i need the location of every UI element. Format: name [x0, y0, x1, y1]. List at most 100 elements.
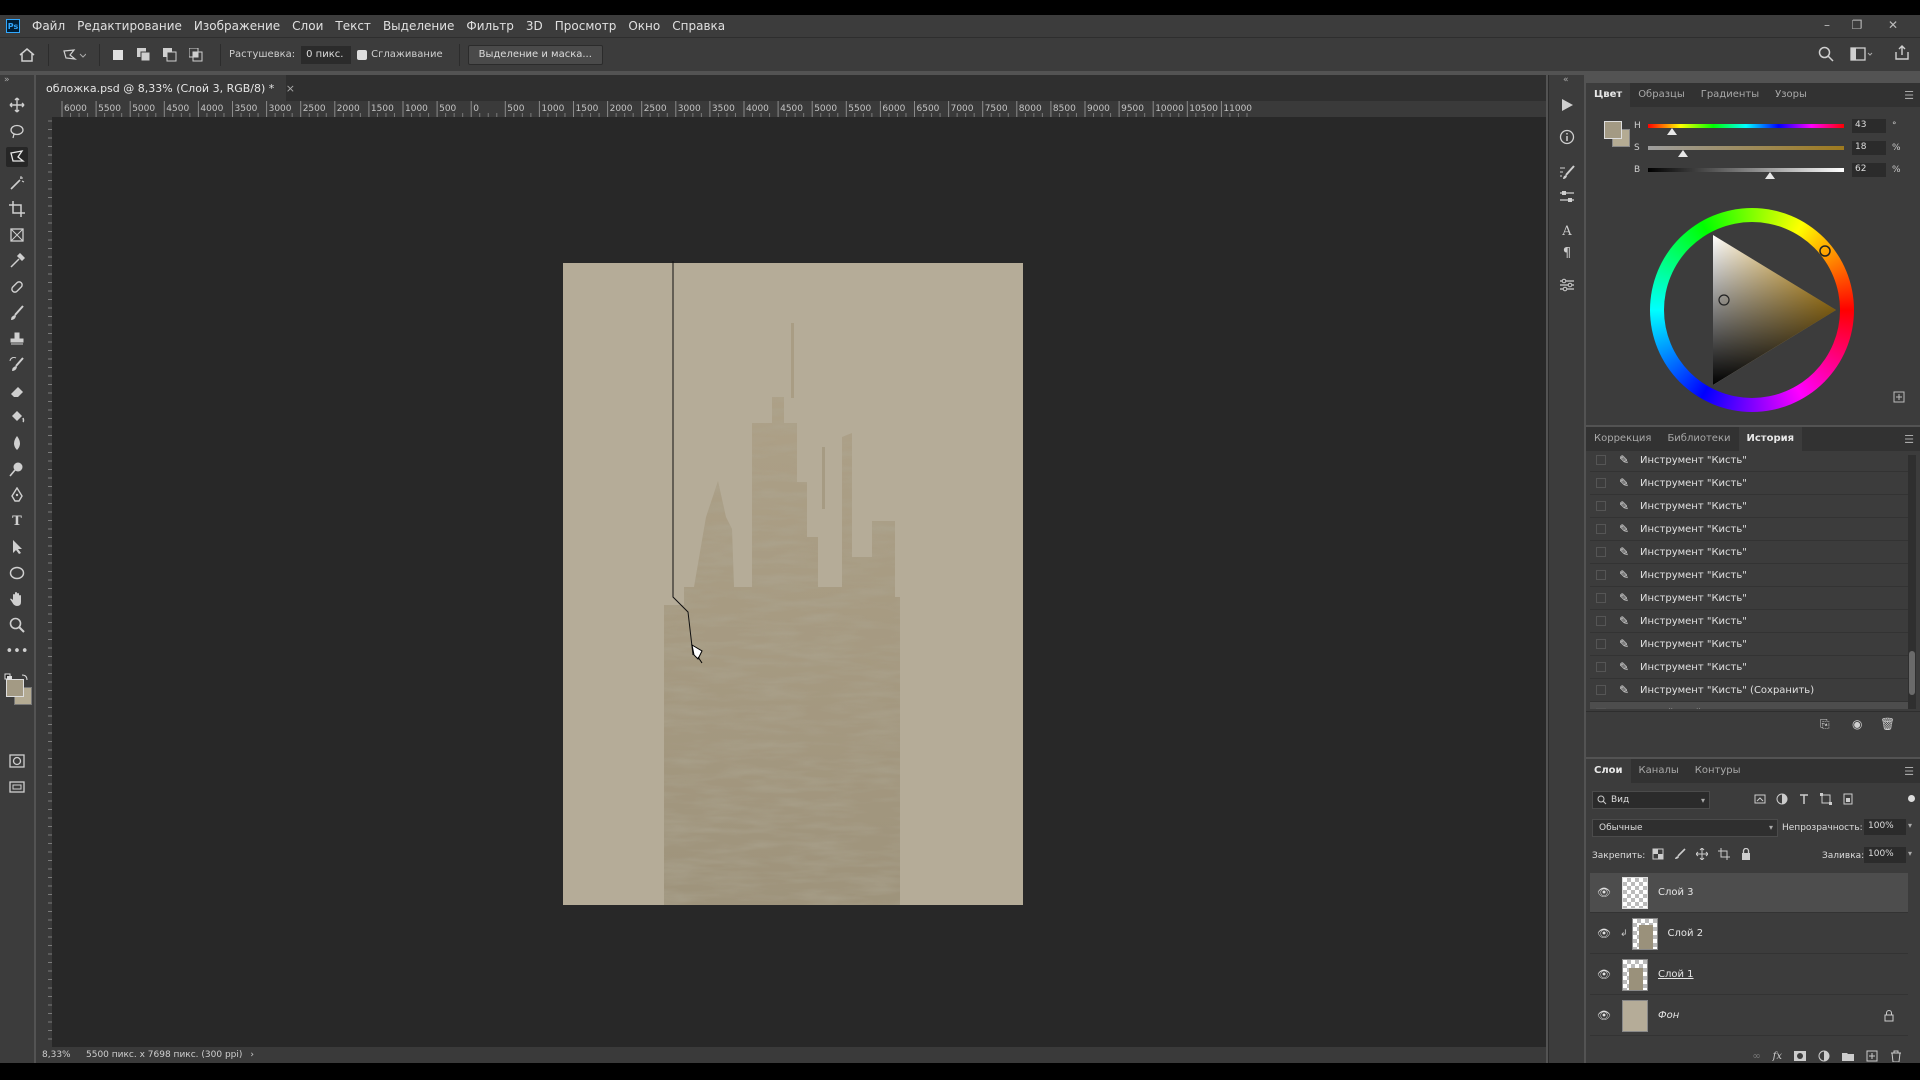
history-item[interactable]: ▤ Новый слой [1590, 702, 1908, 709]
crop-tool[interactable] [6, 199, 28, 219]
fill-dropdown-icon[interactable]: ▾ [1908, 849, 1912, 858]
document-tab[interactable]: обложка.psd @ 8,33% (Слой 3, RGB/8) * × [36, 75, 295, 101]
history-source-checkbox[interactable] [1596, 616, 1606, 626]
blur-tool[interactable] [6, 433, 28, 453]
history-item[interactable]: ✎ Инструмент "Кисть" (Сохранить) [1590, 679, 1908, 702]
close-document-icon[interactable]: × [286, 82, 295, 95]
lock-image-pixels-icon[interactable] [1674, 848, 1686, 860]
tool-preset-picker[interactable] [57, 44, 91, 66]
history-source-checkbox[interactable] [1596, 455, 1606, 465]
feather-input[interactable] [301, 45, 352, 64]
layer-name[interactable]: Слой 2 [1668, 928, 1704, 939]
brightness-value[interactable]: 62 [1852, 163, 1886, 177]
history-item[interactable]: ✎ Инструмент "Кисть" [1590, 455, 1908, 472]
history-item[interactable]: ✎ Инструмент "Кисть" [1590, 472, 1908, 495]
layer-filter-select[interactable]: Вид ▾ [1592, 791, 1710, 809]
saturation-value[interactable]: 18 [1852, 141, 1886, 155]
lock-position-icon[interactable] [1696, 848, 1708, 860]
paragraph-panel-button[interactable]: ¶ [1556, 243, 1578, 263]
history-source-checkbox[interactable] [1596, 662, 1606, 672]
lock-artboard-icon[interactable] [1718, 848, 1730, 860]
ruler-origin[interactable] [36, 101, 52, 117]
saturation-thumb[interactable] [1678, 150, 1689, 157]
layer-row-background[interactable]: 👁 Фон [1590, 996, 1908, 1036]
path-selection-tool[interactable] [6, 537, 28, 557]
hue-slider[interactable] [1648, 124, 1844, 135]
history-source-checkbox[interactable] [1596, 593, 1606, 603]
home-button[interactable] [14, 44, 40, 66]
move-tool[interactable] [6, 95, 28, 115]
new-snapshot-icon[interactable]: ◉ [1852, 717, 1862, 731]
history-source-checkbox[interactable] [1596, 547, 1606, 557]
history-source-checkbox[interactable] [1596, 708, 1606, 709]
history-source-checkbox[interactable] [1596, 639, 1606, 649]
color-panel-menu-icon[interactable]: ☰ [1904, 89, 1914, 102]
paint-bucket-tool[interactable] [6, 407, 28, 427]
type-tool[interactable]: T [6, 511, 28, 531]
new-adjustment-layer-icon[interactable] [1818, 1050, 1830, 1062]
add-mask-icon[interactable] [1794, 1050, 1806, 1062]
delete-state-icon[interactable]: 🗑 [1880, 717, 1895, 731]
visibility-eye-icon[interactable]: 👁 [1594, 1009, 1614, 1022]
screen-mode-button[interactable] [6, 777, 28, 797]
layer-name[interactable]: Слой 3 [1658, 887, 1694, 898]
frame-tool[interactable] [6, 225, 28, 245]
tab-adjustments[interactable]: Коррекция [1586, 427, 1659, 451]
history-item[interactable]: ✎ Инструмент "Кисть" [1590, 564, 1908, 587]
subtract-selection-button[interactable] [160, 45, 180, 65]
menu-window[interactable]: Окно [622, 19, 666, 33]
magic-wand-tool[interactable] [6, 173, 28, 193]
tab-gradients[interactable]: Градиенты [1693, 83, 1767, 107]
eraser-tool[interactable] [6, 381, 28, 401]
info-panel-button[interactable] [1556, 127, 1578, 147]
menu-3d[interactable]: 3D [520, 19, 549, 33]
select-and-mask-button[interactable]: Выделение и маска... [467, 44, 603, 65]
history-item[interactable]: ✎ Инструмент "Кисть" [1590, 541, 1908, 564]
layer-lock-icon[interactable] [1884, 1009, 1894, 1022]
hue-ring-marker[interactable] [1819, 245, 1831, 257]
dodge-tool[interactable] [6, 459, 28, 479]
tab-paths[interactable]: Контуры [1687, 759, 1749, 783]
color-panel-expand-icon[interactable] [1893, 391, 1905, 406]
layer-row-3[interactable]: 👁 Слой 3 [1590, 873, 1908, 913]
visibility-eye-icon[interactable]: 👁 [1594, 886, 1614, 899]
menu-help[interactable]: Справка [666, 19, 731, 33]
menu-type[interactable]: Текст [329, 19, 377, 33]
search-button[interactable] [1818, 46, 1834, 65]
brightness-slider[interactable] [1648, 168, 1844, 179]
hand-tool[interactable] [6, 589, 28, 609]
filter-smart-object-icon[interactable] [1842, 793, 1854, 805]
new-document-from-state-icon[interactable]: ⎘ [1820, 717, 1830, 732]
link-layers-icon[interactable]: ∞ [1752, 1051, 1760, 1062]
ellipse-tool[interactable] [6, 563, 28, 583]
zoom-tool[interactable] [6, 615, 28, 635]
polygonal-lasso-tool[interactable] [6, 147, 28, 167]
eyedropper-tool[interactable] [6, 251, 28, 271]
tab-swatches[interactable]: Образцы [1630, 83, 1693, 107]
delete-layer-icon[interactable] [1890, 1050, 1902, 1062]
collapse-strip-icon[interactable]: « [1563, 75, 1569, 85]
history-scroll-thumb[interactable] [1909, 651, 1915, 695]
foreground-color-swatch[interactable] [6, 679, 24, 697]
new-layer-icon[interactable] [1866, 1050, 1878, 1062]
document-canvas[interactable] [52, 117, 1546, 1047]
adjustment-presets-button[interactable] [1556, 187, 1578, 207]
tab-color[interactable]: Цвет [1586, 83, 1631, 107]
hue-thumb[interactable] [1666, 128, 1677, 135]
history-item[interactable]: ✎ Инструмент "Кисть" [1590, 495, 1908, 518]
brightness-thumb[interactable] [1764, 172, 1775, 179]
antialias-checkbox[interactable] [357, 49, 368, 60]
layers-panel-menu-icon[interactable]: ☰ [1904, 765, 1914, 778]
actions-panel-button[interactable] [1556, 95, 1578, 115]
history-item[interactable]: ✎ Инструмент "Кисть" [1590, 610, 1908, 633]
blend-mode-select[interactable]: Обычные ▾ [1592, 819, 1778, 837]
maximize-button[interactable]: ❐ [1842, 18, 1872, 34]
zoom-level[interactable]: 8,33% [42, 1050, 82, 1060]
menu-image[interactable]: Изображение [188, 19, 286, 33]
saturation-slider[interactable] [1648, 146, 1844, 157]
color-triangle[interactable] [1650, 208, 1854, 412]
history-panel-menu-icon[interactable]: ☰ [1904, 433, 1914, 446]
history-item[interactable]: ✎ Инструмент "Кисть" [1590, 587, 1908, 610]
workspace-button[interactable] [1850, 46, 1874, 65]
tab-history[interactable]: История [1738, 427, 1803, 451]
